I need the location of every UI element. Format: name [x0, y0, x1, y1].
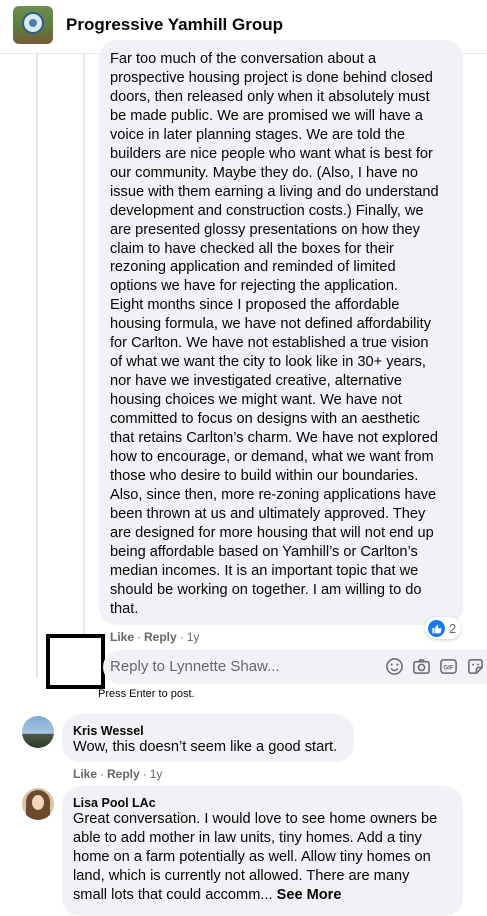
comment-author[interactable]: Lisa Pool LAc [73, 796, 156, 810]
svg-text:GIF: GIF [443, 664, 453, 671]
comment-timestamp[interactable]: 1y [187, 630, 200, 644]
like-button[interactable]: Like [73, 767, 97, 781]
gif-icon[interactable]: GIF [439, 657, 458, 676]
comment-body: Great conversation. I would love to see … [73, 811, 438, 903]
group-logo-icon [22, 12, 44, 34]
avatar[interactable] [22, 788, 54, 820]
reply-placeholder: Reply to Lynnette Shaw... [110, 658, 280, 675]
reaction-count: 2 [449, 620, 457, 636]
reply-thread-line [83, 54, 85, 634]
sticker-icon[interactable] [466, 657, 485, 676]
comment-timestamp[interactable]: 1y [150, 767, 163, 781]
reply-button[interactable]: Reply [107, 767, 140, 781]
avatar[interactable] [22, 716, 54, 748]
current-user-avatar [46, 634, 105, 689]
emoji-icon[interactable] [385, 657, 404, 676]
press-enter-hint: Press Enter to post. [98, 688, 195, 700]
reaction-summary[interactable]: 2 [425, 617, 462, 639]
reply-tools: GIF [385, 657, 485, 676]
comment-text: Far too much of the conversation about a… [110, 51, 439, 617]
thumbs-up-icon [428, 619, 445, 637]
camera-icon[interactable] [412, 657, 431, 676]
reply-button[interactable]: Reply [144, 630, 177, 644]
comment-author[interactable]: Kris Wessel [73, 724, 144, 738]
group-name[interactable]: Progressive Yamhill Group [66, 15, 283, 35]
reply-input[interactable]: Reply to Lynnette Shaw... GIF [103, 650, 487, 684]
group-avatar[interactable] [13, 6, 53, 44]
comment-actions: Like · Reply · 1y [110, 630, 200, 644]
comment-text: Great conversation. I would love to see … [73, 810, 458, 905]
comment-actions: Like · Reply · 1y [73, 767, 163, 781]
see-more-link[interactable]: See More [277, 887, 342, 903]
comment-text: Wow, this doesn’t seem like a good start… [73, 739, 338, 755]
like-button[interactable]: Like [110, 630, 134, 644]
thread-line [36, 54, 38, 678]
